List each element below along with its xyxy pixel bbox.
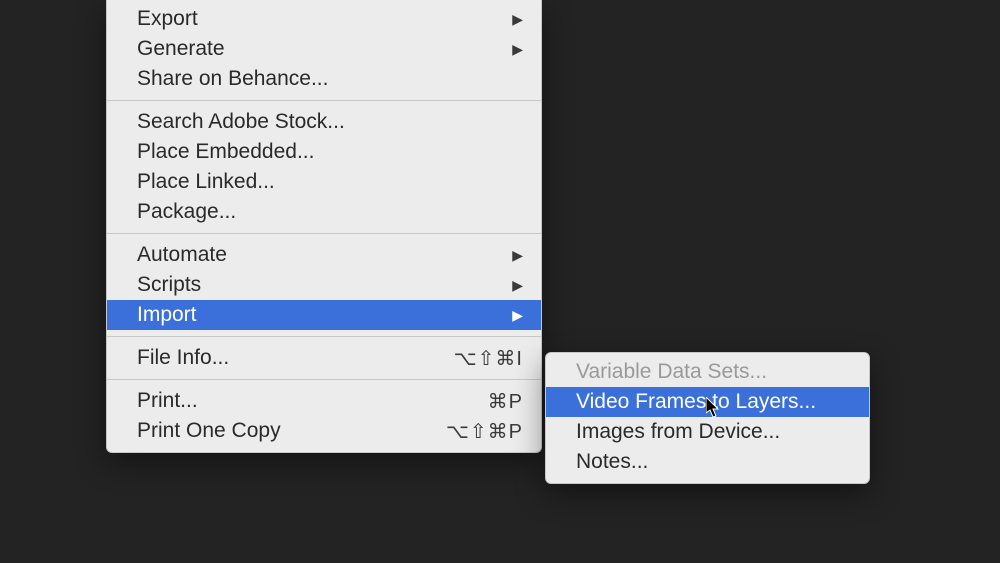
menu-item-share-behance[interactable]: Share on Behance... <box>107 64 541 94</box>
import-submenu: Variable Data Sets... Video Frames to La… <box>545 352 870 484</box>
menu-item-label: Scripts <box>137 273 492 297</box>
submenu-arrow-icon: ▶ <box>512 247 523 264</box>
menu-item-automate[interactable]: Automate ▶ <box>107 240 541 270</box>
menu-item-import[interactable]: Import ▶ <box>107 300 541 330</box>
menu-item-place-linked[interactable]: Place Linked... <box>107 167 541 197</box>
menu-item-label: Video Frames to Layers... <box>576 390 851 414</box>
submenu-item-video-frames-to-layers[interactable]: Video Frames to Layers... <box>546 387 869 417</box>
file-menu: Export ▶ Generate ▶ Share on Behance... … <box>106 0 542 453</box>
menu-item-export[interactable]: Export ▶ <box>107 4 541 34</box>
menu-item-shortcut: ⌘P <box>488 389 523 414</box>
menu-item-label: Generate <box>137 37 492 61</box>
menu-item-print[interactable]: Print... ⌘P <box>107 386 541 416</box>
menu-separator <box>107 100 541 101</box>
submenu-arrow-icon: ▶ <box>512 11 523 28</box>
menu-separator <box>107 379 541 380</box>
menu-item-label: Package... <box>137 200 523 224</box>
menu-item-shortcut: ⌥⇧⌘I <box>454 346 523 371</box>
submenu-arrow-icon: ▶ <box>512 277 523 294</box>
menu-item-label: Print One Copy <box>137 419 426 443</box>
menu-item-label: Place Embedded... <box>137 140 523 164</box>
menu-item-package[interactable]: Package... <box>107 197 541 227</box>
submenu-item-images-from-device[interactable]: Images from Device... <box>546 417 869 447</box>
submenu-arrow-icon: ▶ <box>512 41 523 58</box>
menu-item-scripts[interactable]: Scripts ▶ <box>107 270 541 300</box>
menu-item-label: Images from Device... <box>576 420 851 444</box>
menu-separator <box>107 336 541 337</box>
menu-item-label: File Info... <box>137 346 434 370</box>
menu-item-label: Share on Behance... <box>137 67 523 91</box>
menu-item-label: Variable Data Sets... <box>576 360 851 384</box>
submenu-item-variable-data-sets: Variable Data Sets... <box>546 357 869 387</box>
menu-item-label: Notes... <box>576 450 851 474</box>
menu-item-place-embedded[interactable]: Place Embedded... <box>107 137 541 167</box>
submenu-item-notes[interactable]: Notes... <box>546 447 869 477</box>
submenu-arrow-icon: ▶ <box>512 307 523 324</box>
menu-item-label: Print... <box>137 389 468 413</box>
menu-item-label: Automate <box>137 243 492 267</box>
menu-separator <box>107 233 541 234</box>
menu-item-label: Search Adobe Stock... <box>137 110 523 134</box>
menu-item-print-one-copy[interactable]: Print One Copy ⌥⇧⌘P <box>107 416 541 446</box>
menu-item-search-adobe-stock[interactable]: Search Adobe Stock... <box>107 107 541 137</box>
menu-item-label: Import <box>137 303 492 327</box>
menu-item-generate[interactable]: Generate ▶ <box>107 34 541 64</box>
menu-item-file-info[interactable]: File Info... ⌥⇧⌘I <box>107 343 541 373</box>
menu-item-shortcut: ⌥⇧⌘P <box>446 419 523 444</box>
menu-item-label: Place Linked... <box>137 170 523 194</box>
menu-item-label: Export <box>137 7 492 31</box>
